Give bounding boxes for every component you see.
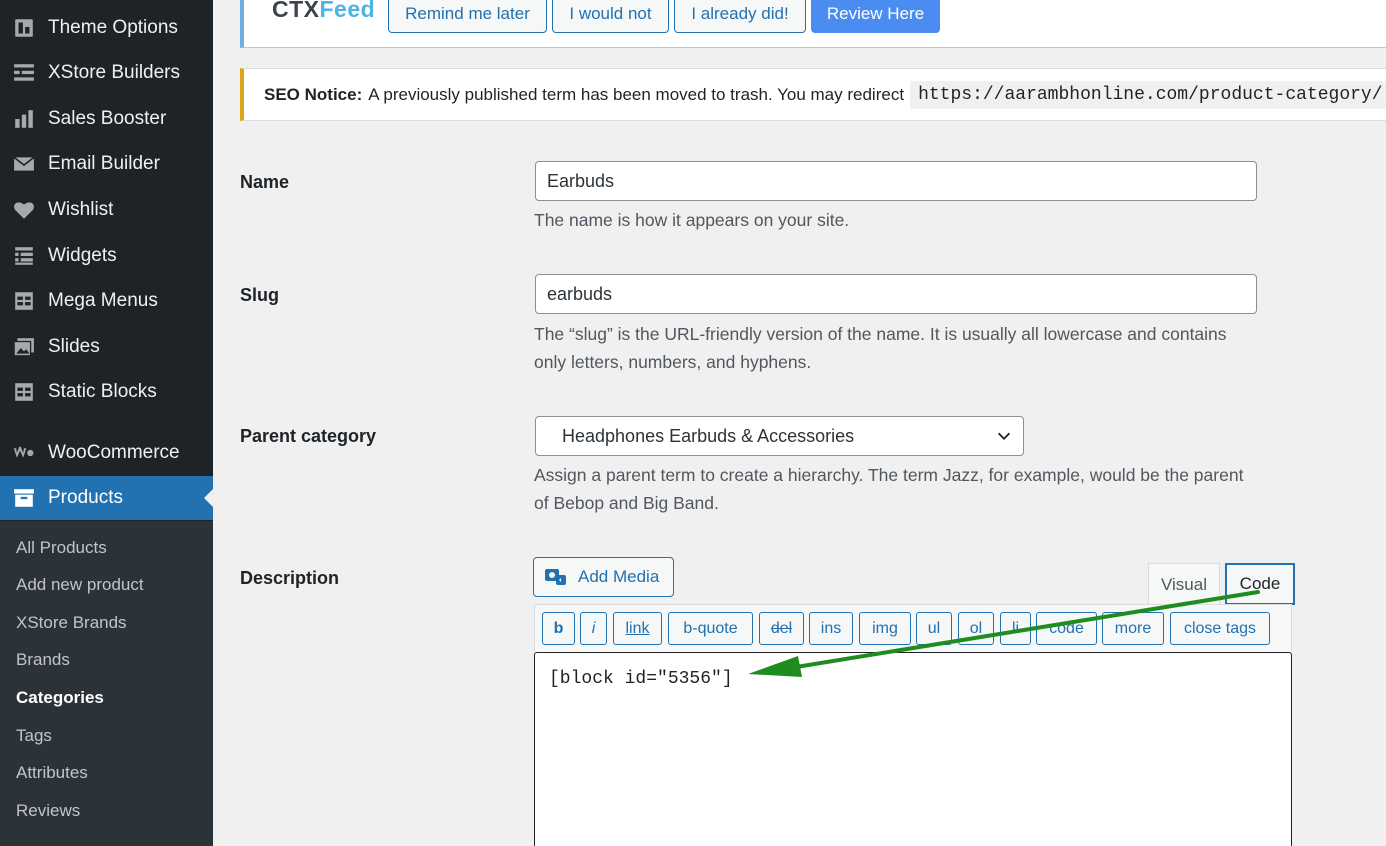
menu-item-woocommerce[interactable]: WooCommerce — [0, 431, 213, 475]
woocommerce-icon — [12, 441, 36, 465]
tab-code[interactable]: Code — [1225, 563, 1295, 605]
qt-code-button[interactable]: code — [1036, 612, 1097, 645]
archive-box-icon — [12, 486, 36, 510]
already-did-button[interactable]: I already did! — [674, 0, 806, 33]
submenu-item-reviews[interactable]: Reviews — [16, 801, 80, 821]
qt-bold-button[interactable]: b — [542, 612, 575, 645]
admin-sidebar: Theme Options XStore Builders Sales Boos… — [0, 0, 213, 846]
parent-category-help-text: Assign a parent term to create a hierarc… — [534, 465, 1244, 513]
menu-item-slides[interactable]: Slides — [0, 325, 213, 369]
seo-notice: SEO Notice: A previously published term … — [240, 68, 1386, 121]
add-media-icon — [545, 569, 566, 585]
name-label: Name — [240, 172, 290, 192]
qt-close-tags-button[interactable]: close tags — [1170, 612, 1270, 645]
description-label: Description — [240, 568, 340, 588]
menu-item-label: Sales Booster — [48, 108, 167, 129]
submenu-item-xstore-brands[interactable]: XStore Brands — [16, 613, 127, 633]
menu-item-label: Theme Options — [48, 17, 178, 38]
submenu-item-attributes[interactable]: Attributes — [16, 763, 88, 783]
menu-item-mega-menus[interactable]: Mega Menus — [0, 279, 213, 323]
qt-blockquote-button[interactable]: b-quote — [668, 612, 753, 645]
table-icon — [12, 289, 36, 313]
qt-more-button[interactable]: more — [1102, 612, 1164, 645]
slides-icon — [12, 335, 36, 359]
qt-del-button[interactable]: del — [759, 612, 804, 645]
submenu-item-all-products[interactable]: All Products — [16, 538, 107, 558]
submenu-item-categories[interactable]: Categories — [16, 688, 104, 708]
menu-item-products[interactable]: Products — [0, 476, 213, 520]
envelope-icon — [12, 152, 36, 176]
menu-item-label: XStore Builders — [48, 62, 181, 83]
menu-item-label: Static Blocks — [48, 381, 157, 402]
heart-icon — [12, 198, 36, 222]
qt-ol-button[interactable]: ol — [958, 612, 994, 645]
menu-item-sales-booster[interactable]: Sales Booster — [0, 97, 213, 141]
submenu-item-add-new-product[interactable]: Add new product — [16, 575, 144, 595]
menu-item-theme-options[interactable]: Theme Options — [0, 6, 213, 50]
theme-options-icon — [12, 16, 36, 40]
parent-category-select[interactable]: Headphones Earbuds & Accessories — [535, 416, 1024, 456]
submenu-item-tags[interactable]: Tags — [16, 726, 52, 746]
products-submenu: All Products Add new product XStore Bran… — [0, 521, 213, 846]
chevron-down-icon — [997, 432, 1011, 440]
menu-item-label: WooCommerce — [48, 442, 180, 463]
menu-item-widgets[interactable]: Widgets — [0, 234, 213, 278]
ctxfeed-logo: CTXFeed — [272, 0, 376, 22]
table-icon — [12, 380, 36, 404]
review-notice: CTXFeed Remind me later I would not I al… — [240, 0, 1386, 48]
add-media-label: Add Media — [578, 567, 660, 586]
menu-item-wishlist[interactable]: Wishlist — [0, 188, 213, 232]
widgets-icon — [12, 244, 36, 268]
seo-notice-url: https://aarambhonline.com/product-catego… — [910, 80, 1386, 109]
qt-img-button[interactable]: img — [859, 612, 911, 645]
qt-link-button[interactable]: link — [613, 612, 662, 645]
menu-item-label: Mega Menus — [48, 290, 158, 311]
slug-help-text: The “slug” is the URL-friendly version o… — [534, 324, 1227, 372]
menu-item-label: Products — [48, 487, 123, 508]
tab-visual[interactable]: Visual — [1148, 563, 1220, 605]
seo-notice-text: A previously published term has been mov… — [368, 84, 905, 104]
builders-icon — [12, 61, 36, 85]
seo-notice-title: SEO Notice: — [264, 84, 363, 104]
menu-item-email-builder[interactable]: Email Builder — [0, 142, 213, 186]
description-code-textarea[interactable]: [block id="5356"] — [534, 652, 1292, 846]
qt-ins-button[interactable]: ins — [809, 612, 853, 645]
name-help-text: The name is how it appears on your site. — [534, 210, 850, 230]
add-media-button[interactable]: Add Media — [533, 557, 674, 597]
menu-item-label: Email Builder — [48, 153, 160, 174]
menu-item-static-blocks[interactable]: Static Blocks — [0, 370, 213, 414]
slug-label: Slug — [240, 285, 279, 305]
qt-italic-button[interactable]: i — [580, 612, 607, 645]
would-not-button[interactable]: I would not — [552, 0, 669, 33]
parent-category-label: Parent category — [240, 426, 377, 446]
menu-item-label: Widgets — [48, 245, 117, 266]
submenu-item-brands[interactable]: Brands — [16, 650, 70, 670]
bar-chart-icon — [12, 107, 36, 131]
remind-later-button[interactable]: Remind me later — [388, 0, 547, 33]
menu-item-label: Wishlist — [48, 199, 114, 220]
parent-category-value: Headphones Earbuds & Accessories — [562, 425, 855, 446]
name-input[interactable] — [535, 161, 1257, 201]
menu-item-label: Slides — [48, 336, 100, 357]
qt-li-button[interactable]: li — [1000, 612, 1031, 645]
qt-ul-button[interactable]: ul — [916, 612, 952, 645]
slug-input[interactable] — [535, 274, 1257, 314]
quicktags-toolbar: b i link b-quote del ins img ul ol li co… — [534, 604, 1292, 653]
menu-item-xstore-builders[interactable]: XStore Builders — [0, 51, 213, 95]
review-here-button[interactable]: Review Here — [811, 0, 940, 33]
